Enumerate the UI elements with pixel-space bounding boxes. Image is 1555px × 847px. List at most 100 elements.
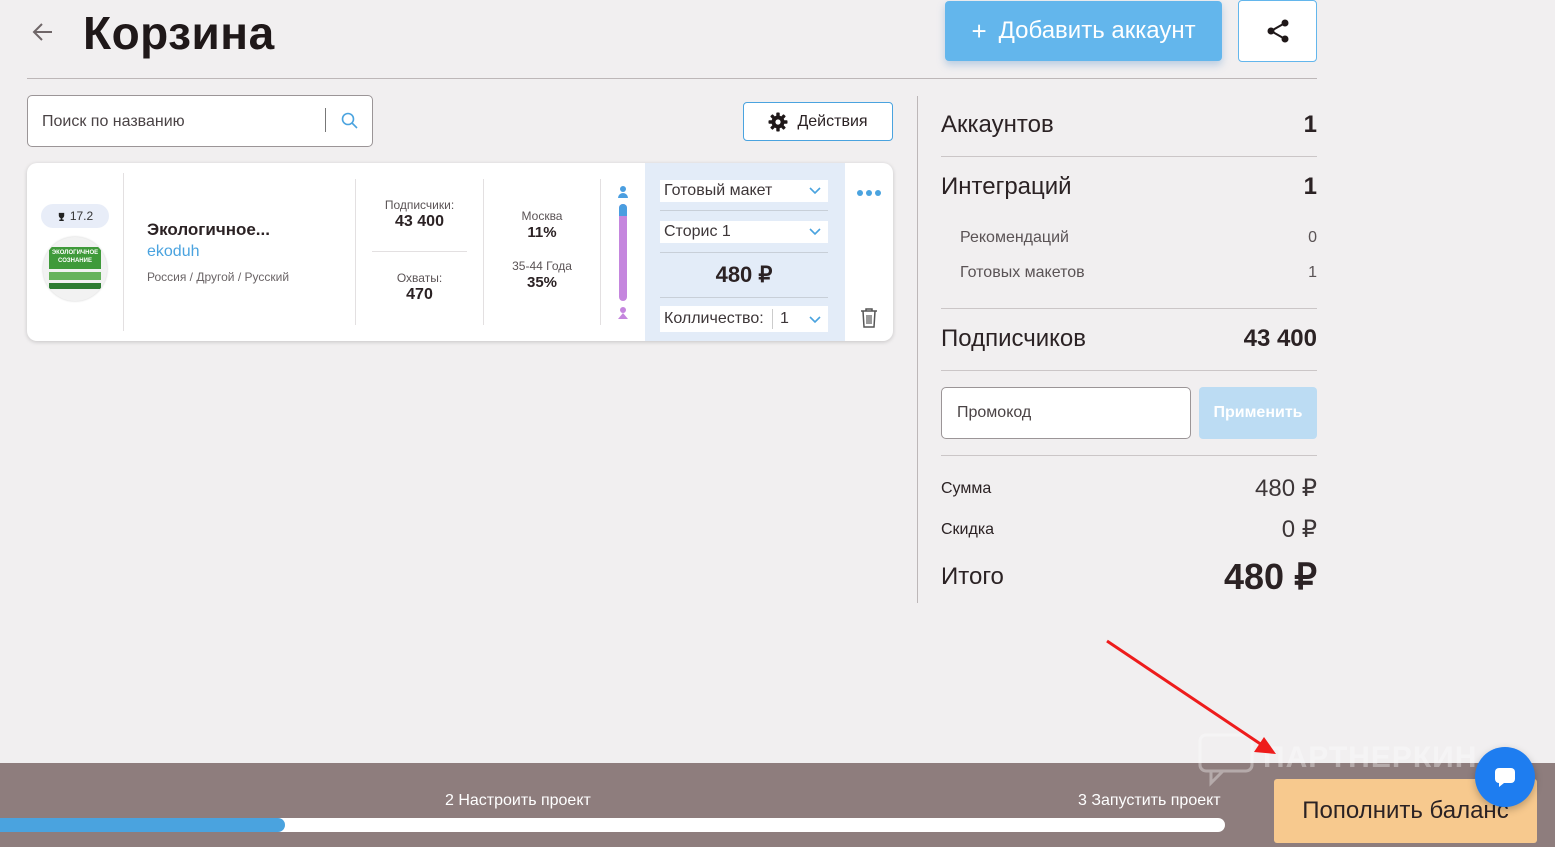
total-value: 480 ₽ <box>1224 556 1317 597</box>
format-select[interactable]: Готовый макет <box>660 180 828 202</box>
age-label: 35-44 Года <box>512 259 572 273</box>
quantity-value[interactable]: 1 <box>780 306 789 332</box>
page-title: Корзина <box>83 7 275 59</box>
card-divider <box>483 179 484 325</box>
ready-layouts-value: 1 <box>1308 264 1317 281</box>
back-button[interactable] <box>30 18 56 46</box>
gender-bar <box>619 204 627 301</box>
ready-layouts-label: Готовых макетов <box>960 264 1085 281</box>
account-login-link[interactable]: ekoduh <box>147 243 200 261</box>
sum-label: Сумма <box>941 479 992 497</box>
summary-divider <box>917 96 918 603</box>
subscribers-row: Подписчиков 43 400 <box>941 325 1317 353</box>
search-input[interactable] <box>42 110 322 134</box>
search-box <box>27 95 373 147</box>
watermark-text: ПАРТНЕРКИН <box>1263 741 1478 774</box>
accounts-label: Аккаунтов <box>941 111 1054 138</box>
female-icon <box>618 307 628 319</box>
age-value: 35% <box>526 274 558 291</box>
ready-layouts-row: Готовых макетов 1 <box>960 264 1317 282</box>
type-select[interactable]: Сторис 1 <box>660 221 828 243</box>
subscribers-label: Подписчики: <box>384 198 455 212</box>
step-2-label: 2 Настроить проект <box>445 792 591 809</box>
discount-label: Скидка <box>941 520 995 538</box>
rating-value: 17.2 <box>69 209 94 223</box>
city-label: Москва <box>521 209 563 223</box>
rating-badge: 17.2 <box>41 204 109 228</box>
arrow-left-icon <box>32 23 52 41</box>
item-price: 480 ₽ <box>715 262 773 287</box>
subscribers-total-label: Подписчиков <box>941 325 1086 352</box>
type-select-value: Сторис 1 <box>664 223 731 240</box>
summary-line <box>941 156 1317 157</box>
sum-row: Сумма 480 ₽ <box>941 474 1317 503</box>
step-3-label: 3 Запустить проект <box>1078 792 1221 809</box>
watermark-logo-icon <box>1198 733 1254 787</box>
integrations-label: Интеграций <box>941 173 1072 200</box>
chat-button[interactable] <box>1475 747 1535 807</box>
share-button[interactable] <box>1238 0 1317 62</box>
more-icon[interactable] <box>857 186 883 200</box>
card-divider <box>123 173 124 331</box>
card-divider <box>600 179 601 325</box>
actions-button[interactable]: Действия <box>743 102 893 141</box>
chevron-down-icon <box>809 187 821 195</box>
recommendations-value: 0 <box>1308 229 1317 246</box>
reach-label: Охваты: <box>396 271 443 285</box>
trophy-icon <box>58 212 65 221</box>
header-divider <box>27 78 1317 79</box>
quantity-select[interactable]: Колличество: 1 <box>660 306 828 332</box>
gear-icon <box>768 112 788 131</box>
trash-icon[interactable] <box>859 307 879 329</box>
gender-bar-male-fill <box>619 204 627 216</box>
chevron-down-icon <box>809 228 821 236</box>
subscribers-value: 43 400 <box>395 213 444 230</box>
panel-divider <box>660 210 828 211</box>
chevron-down-icon <box>809 316 821 324</box>
search-icon[interactable] <box>340 111 360 131</box>
format-select-value: Готовый макет <box>664 182 773 199</box>
quantity-divider <box>772 309 773 329</box>
reach-value: 470 <box>406 286 433 303</box>
chat-icon <box>1495 768 1515 787</box>
promo-code-input[interactable] <box>941 387 1191 439</box>
accounts-row: Аккаунтов 1 <box>941 111 1317 139</box>
progress-fill <box>0 818 286 832</box>
accounts-value: 1 <box>1303 111 1317 138</box>
avatar-band <box>49 283 101 289</box>
total-label: Итого <box>941 563 1004 590</box>
add-account-button[interactable]: + Добавить аккаунт <box>945 1 1222 61</box>
integrations-row: Интеграций 1 <box>941 173 1317 201</box>
actions-label: Действия <box>797 112 868 130</box>
recommendations-label: Рекомендаций <box>960 229 1069 246</box>
panel-divider <box>660 297 828 298</box>
avatar-text-bottom: СОЗНАНИЕ <box>58 258 92 264</box>
discount-row: Скидка 0 ₽ <box>941 515 1317 544</box>
share-icon <box>1267 19 1288 43</box>
account-geo: Россия / Другой / Русский <box>147 270 290 284</box>
panel-divider <box>660 252 828 253</box>
avatar-text-top: ЭКОЛОГИЧНОЕ <box>51 250 99 256</box>
plus-icon: + <box>971 15 987 46</box>
stat-divider <box>372 251 467 252</box>
summary-line <box>941 370 1317 371</box>
avatar[interactable]: ЭКОЛОГИЧНОЕ СОЗНАНИЕ <box>43 237 107 301</box>
options-panel: Готовый макет Сторис 1 480 ₽ Колличество… <box>645 163 845 341</box>
summary-line <box>941 308 1317 309</box>
progress-bar <box>0 818 1225 832</box>
city-value: 11% <box>527 224 557 241</box>
sum-value: 480 ₽ <box>1255 475 1317 502</box>
card-divider <box>355 179 356 325</box>
account-name[interactable]: Экологичное... <box>147 220 270 240</box>
apply-promo-button[interactable]: Применить <box>1199 387 1317 439</box>
subscribers-total-value: 43 400 <box>1243 325 1317 352</box>
integrations-value: 1 <box>1303 173 1317 200</box>
total-row: Итого 480 ₽ <box>941 556 1317 598</box>
add-account-label: Добавить аккаунт <box>998 17 1196 44</box>
discount-value: 0 ₽ <box>1281 516 1317 543</box>
quantity-label: Колличество: <box>664 310 764 327</box>
summary-line <box>941 455 1317 456</box>
avatar-band <box>49 272 101 280</box>
watermark: ПАРТНЕРКИН <box>1197 728 1477 788</box>
recommendations-row: Рекомендаций 0 <box>960 229 1317 247</box>
